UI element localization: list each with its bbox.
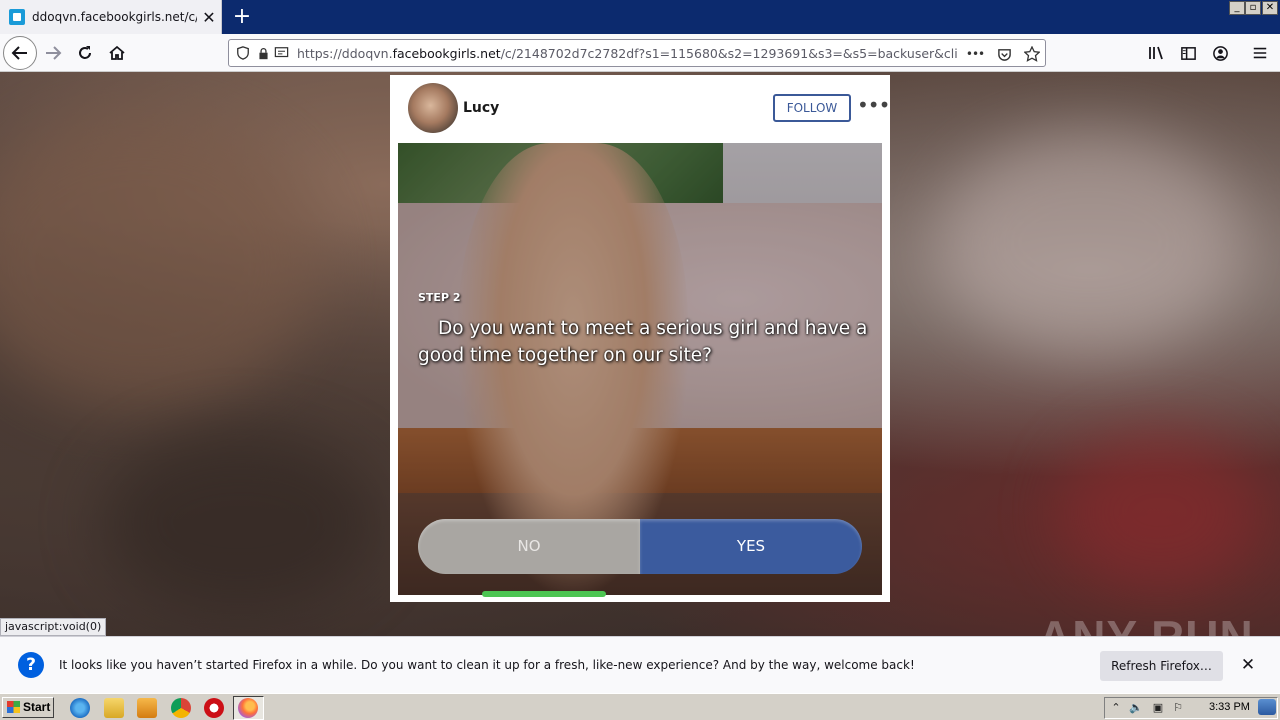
ie-icon[interactable]	[70, 698, 90, 718]
background-blur	[0, 112, 320, 412]
profile-photo: STEP 2 Do you want to meet a serious gir…	[398, 143, 882, 595]
progress-bar	[482, 591, 792, 597]
question-icon: ?	[18, 652, 44, 678]
progress-fill	[482, 591, 606, 597]
no-button[interactable]: NO	[418, 519, 640, 574]
url-path: /c/2148702d7c2782df?s1=115680&s2=1293691…	[500, 45, 957, 61]
home-button[interactable]	[101, 37, 133, 69]
chrome-icon[interactable]	[171, 698, 191, 718]
permissions-icon[interactable]	[273, 45, 289, 61]
show-desktop-icon[interactable]	[1258, 699, 1276, 715]
windows-logo-icon	[7, 701, 20, 713]
background-blur	[1060, 432, 1260, 592]
url-bar[interactable]: https://ddoqvn.facebookgirls.net/c/21487…	[228, 39, 1046, 67]
refresh-firefox-button[interactable]: Refresh Firefox…	[1100, 651, 1223, 681]
tray-expand-icon[interactable]: ⌃	[1109, 701, 1123, 715]
clock[interactable]: 3:33 PM	[1209, 701, 1250, 713]
flag-icon[interactable]: ⚐	[1171, 701, 1185, 715]
media-player-icon[interactable]	[137, 698, 157, 718]
navigation-toolbar: https://ddoqvn.facebookgirls.net/c/21487…	[0, 34, 1280, 72]
account-icon[interactable]	[1210, 43, 1230, 63]
arrow-left-icon	[11, 46, 27, 60]
restore-window-button[interactable]: ▫	[1245, 1, 1261, 15]
library-icon[interactable]	[1146, 43, 1166, 63]
anyrun-watermark: ANY RUN	[1038, 610, 1254, 636]
home-icon	[109, 45, 125, 60]
bookmark-star-icon[interactable]	[1023, 45, 1041, 63]
volume-icon[interactable]: 🔈	[1129, 701, 1143, 715]
yes-button[interactable]: YES	[640, 519, 862, 574]
start-label: Start	[23, 700, 51, 714]
forward-button[interactable]	[37, 37, 69, 69]
url-prefix: https://ddoqvn.	[297, 45, 393, 61]
pocket-icon[interactable]	[995, 45, 1013, 63]
taskbar: Start ⌃ 🔈 ▣ ⚐ 3:33 PM	[0, 693, 1280, 720]
reload-icon	[79, 46, 91, 59]
question-text: Do you want to meet a serious girl and h…	[418, 318, 868, 366]
hamburger-menu-icon[interactable]	[1250, 43, 1270, 63]
profile-card: Lucy FOLLOW ••• STEP 2 Do you want to me…	[390, 75, 890, 602]
folder-icon[interactable]	[104, 698, 124, 718]
page-content: Lucy FOLLOW ••• STEP 2 Do you want to me…	[0, 72, 1280, 636]
close-window-button[interactable]: ✕	[1262, 1, 1278, 15]
opera-icon[interactable]	[204, 698, 224, 718]
follow-button[interactable]: FOLLOW	[773, 94, 851, 122]
tab-strip: ddoqvn.facebookgirls.net/c/2148702d7c278…	[0, 0, 1280, 34]
step-label: STEP 2	[418, 291, 461, 304]
more-options-icon[interactable]: •••	[857, 95, 890, 117]
tab-title: ddoqvn.facebookgirls.net/c/2148702d7c278…	[32, 10, 197, 24]
background-blur	[940, 132, 1240, 352]
minimize-window-button[interactable]: _	[1229, 1, 1245, 15]
active-tab[interactable]: ddoqvn.facebookgirls.net/c/2148702d7c278…	[0, 0, 222, 34]
url-host: facebookgirls.net	[392, 45, 501, 61]
site-favicon-icon	[9, 9, 25, 25]
sidebar-icon[interactable]	[1178, 43, 1198, 63]
background-blur	[100, 432, 380, 612]
avatar[interactable]	[408, 83, 458, 133]
system-tray: ⌃ 🔈 ▣ ⚐ 3:33 PM	[1104, 697, 1278, 719]
status-link-tooltip: javascript:void(0)	[0, 618, 107, 636]
back-button[interactable]	[3, 36, 37, 70]
arrow-right-icon	[46, 46, 62, 60]
firefox-icon[interactable]	[238, 698, 258, 718]
start-button[interactable]: Start	[2, 697, 54, 718]
tracking-shield-icon[interactable]	[235, 45, 251, 61]
refresh-firefox-notification: ? It looks like you haven’t started Fire…	[0, 636, 1280, 693]
tab-close-icon[interactable]: ✕	[201, 8, 217, 27]
notification-text: It looks like you haven’t started Firefo…	[59, 658, 915, 672]
username[interactable]: Lucy	[463, 100, 499, 116]
network-icon[interactable]: ▣	[1151, 701, 1165, 715]
lock-icon[interactable]	[255, 45, 271, 61]
taskbar-firefox-active[interactable]	[233, 696, 264, 720]
reload-button[interactable]	[69, 37, 101, 69]
close-icon[interactable]: ✕	[1238, 654, 1258, 676]
page-actions-button[interactable]: •••	[966, 45, 985, 63]
new-tab-button[interactable]: +	[228, 3, 256, 31]
url-text[interactable]: https://ddoqvn.facebookgirls.net/c/21487…	[297, 46, 957, 61]
